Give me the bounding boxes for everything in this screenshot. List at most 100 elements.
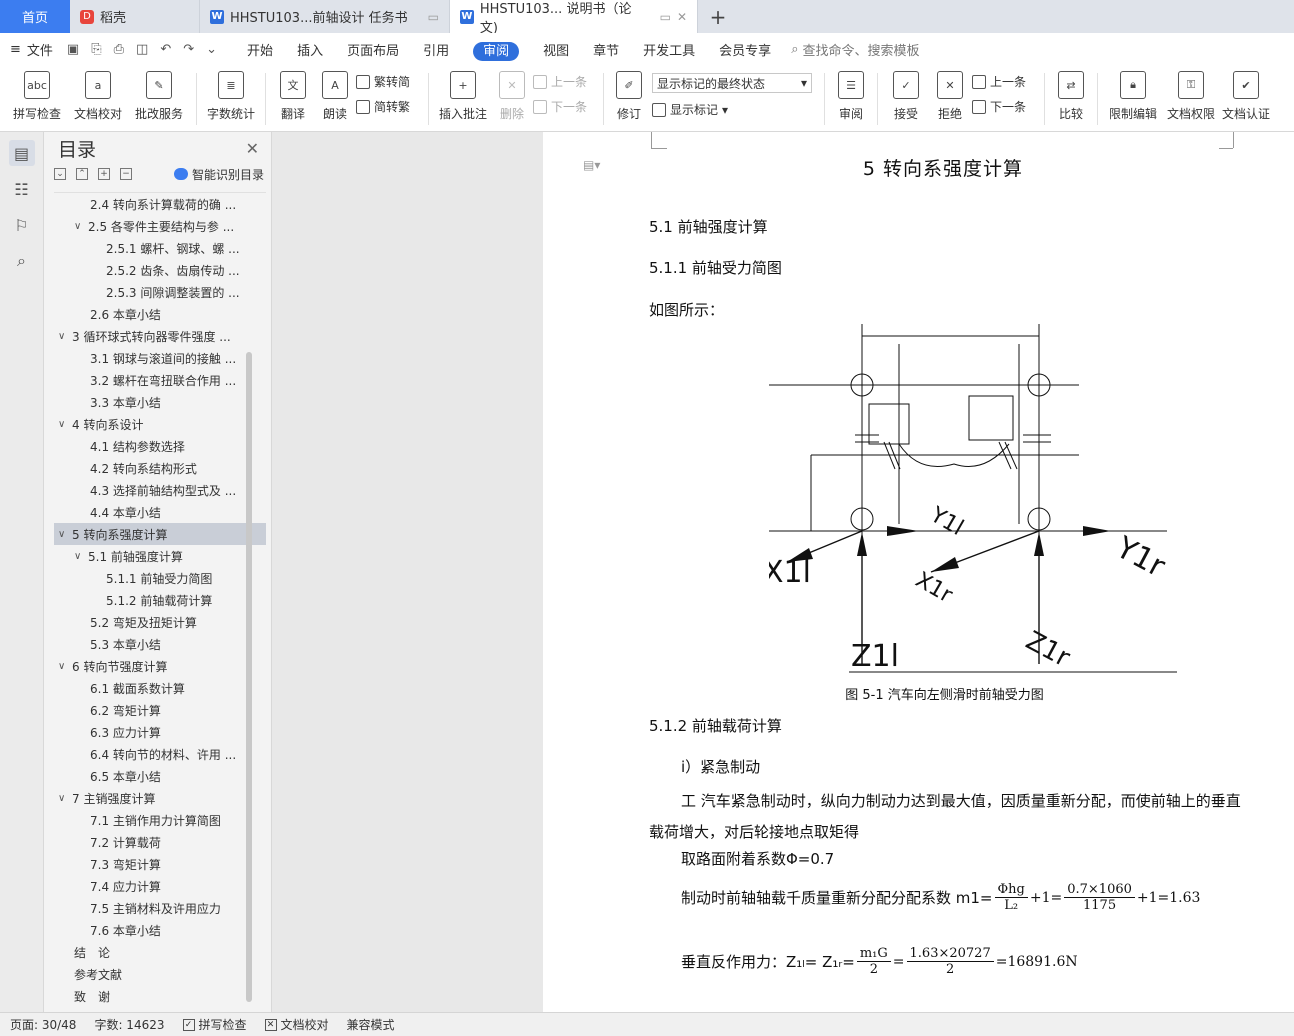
toc-item[interactable]: 4.3 选择前轴结构型式及 ... — [54, 479, 266, 501]
restrict-editing-button[interactable]: 🔒︎ 限制编辑 — [1104, 65, 1162, 131]
page-indicator[interactable]: 页面: 30/48 — [10, 1016, 76, 1033]
toc-item[interactable]: 7.3 弯矩计算 — [54, 853, 266, 875]
outline-view-icon[interactable]: ☷ — [9, 176, 35, 202]
spell-check-button[interactable]: abc 拼写检查 — [6, 65, 68, 131]
reject-button[interactable]: ✕ 拒绝 — [928, 65, 972, 131]
word-count-button[interactable]: ≣ 字数统计 — [203, 65, 259, 131]
toc-item[interactable]: 4.1 结构参数选择 — [54, 435, 266, 457]
toc-item[interactable]: 6.4 转向节的材料、许用 ... — [54, 743, 266, 765]
toc-item[interactable]: 6.5 本章小结 — [54, 765, 266, 787]
menu-review[interactable]: 审阅 — [473, 41, 520, 61]
search-icon[interactable]: ⌕ — [9, 248, 35, 274]
screen-icon[interactable]: ▭ — [660, 10, 671, 24]
next-change-button[interactable]: 下一条 — [972, 98, 1038, 115]
print-icon[interactable]: ⎙ — [114, 42, 124, 57]
toc-item[interactable]: 2.6 本章小结 — [54, 303, 266, 325]
menu-start[interactable]: 开始 — [235, 37, 285, 62]
show-markup-button[interactable]: 显示标记 ▾ — [652, 101, 818, 118]
toc-item[interactable]: 5.1.1 前轴受力简图 — [54, 567, 266, 589]
toc-item[interactable]: 2.4 转向系计算载荷的确 ... — [54, 193, 266, 215]
tab-document-task[interactable]: W HHSTU103...前轴设计 任务书 ▭ — [200, 0, 450, 33]
toc-item[interactable]: ∨ 3 循环球式转向器零件强度 ... — [54, 325, 266, 347]
toc-item[interactable]: 结 论 — [54, 941, 266, 963]
toc-item[interactable]: 5.2 弯矩及扭矩计算 — [54, 611, 266, 633]
toc-item[interactable]: ∨ 5 转向系强度计算 — [54, 523, 266, 545]
toc-item[interactable]: 7.2 计算载荷 — [54, 831, 266, 853]
new-tab-plus-icon[interactable]: + — [698, 0, 738, 33]
menu-member[interactable]: 会员专享 — [707, 37, 783, 62]
simp-to-trad-button[interactable]: 简转繁 — [356, 98, 422, 115]
toc-item[interactable]: ∨ 4 转向系设计 — [54, 413, 266, 435]
document-certify-button[interactable]: ✔ 文档认证 — [1220, 65, 1272, 131]
toc-item[interactable]: 致 谢 — [54, 985, 266, 1004]
remove-item-icon[interactable]: − — [120, 168, 132, 180]
toc-item[interactable]: 2.5.3 间隙调整装置的 ... — [54, 281, 266, 303]
menu-references[interactable]: 引用 — [411, 37, 461, 62]
status-proof[interactable]: ✕ 文档校对 — [264, 1016, 329, 1033]
trad-to-simp-button[interactable]: 繁转简 — [356, 73, 422, 90]
toc-item[interactable]: 6.3 应力计算 — [54, 721, 266, 743]
toc-item[interactable]: ∨ 2.5 各零件主要结构与参 ... — [54, 215, 266, 237]
tab-document-thesis[interactable]: W HHSTU103... 说明书（论文) ▭ ✕ — [450, 0, 698, 36]
toc-scrollbar[interactable] — [246, 352, 252, 1002]
review-pane-button[interactable]: ☰ 审阅 — [831, 65, 871, 131]
toc-item[interactable]: 7.1 主销作用力计算简图 — [54, 809, 266, 831]
batch-service-button[interactable]: ✎ 批改服务 — [128, 65, 190, 131]
document-page[interactable]: ▤▾ 5 转向系强度计算 5.1 前轴强度计算 5.1.1 前轴受力简图 如图所… — [543, 132, 1294, 1012]
toc-item[interactable]: 6.2 弯矩计算 — [54, 699, 266, 721]
word-count-indicator[interactable]: 字数: 14623 — [94, 1016, 164, 1033]
chevron-down-icon[interactable]: ∨ — [58, 793, 72, 804]
toc-item[interactable]: 参考文献 — [54, 963, 266, 985]
toc-item[interactable]: 7.4 应力计算 — [54, 875, 266, 897]
track-changes-button[interactable]: ✐ 修订 — [610, 65, 648, 131]
chevron-down-icon[interactable]: ∨ — [58, 419, 72, 430]
toc-item[interactable]: 3.3 本章小结 — [54, 391, 266, 413]
next-comment-button[interactable]: 下一条 — [533, 98, 597, 115]
compare-button[interactable]: ⇄ 比较 — [1051, 65, 1091, 131]
file-menu[interactable]: ≡ 文件 — [10, 40, 67, 59]
toc-view-icon[interactable]: ▤ — [8, 140, 35, 166]
export-icon[interactable]: ⎘ — [91, 42, 101, 57]
toc-item[interactable]: 4.2 转向系结构形式 — [54, 457, 266, 479]
smart-toc-button[interactable]: 智能识别目录 — [174, 166, 264, 183]
screen-icon[interactable]: ▭ — [428, 10, 439, 24]
toc-item[interactable]: 7.6 本章小结 — [54, 919, 266, 941]
menu-developer[interactable]: 开发工具 — [631, 37, 707, 62]
command-search[interactable]: ⌕ 查找命令、搜索模板 — [791, 40, 919, 59]
toc-item[interactable]: 6.1 截面系数计算 — [54, 677, 266, 699]
read-aloud-button[interactable]: A 朗读 — [314, 65, 356, 131]
add-item-icon[interactable]: + — [98, 168, 110, 180]
tab-daoke[interactable]: D 稻壳 — [70, 0, 200, 33]
preview-icon[interactable]: ◫ — [136, 42, 148, 57]
toc-item[interactable]: 2.5.1 螺杆、钢球、螺 ... — [54, 237, 266, 259]
chevron-down-icon[interactable]: ∨ — [58, 331, 72, 342]
menu-section[interactable]: 章节 — [581, 37, 631, 62]
prev-change-button[interactable]: 上一条 — [972, 73, 1038, 90]
expand-all-icon[interactable]: ⌄ — [54, 168, 66, 180]
status-spell-check[interactable]: ✓ 拼写检查 — [182, 1016, 247, 1033]
collapse-all-icon[interactable]: ⌃ — [76, 168, 88, 180]
document-proof-button[interactable]: a 文档校对 — [68, 65, 128, 131]
toc-item[interactable]: ∨ 6 转向节强度计算 — [54, 655, 266, 677]
prev-comment-button[interactable]: 上一条 — [533, 73, 597, 90]
toc-item[interactable]: 7.5 主销材料及许用应力 — [54, 897, 266, 919]
chevron-down-icon[interactable]: ∨ — [74, 221, 88, 232]
toc-item[interactable]: 5.1.2 前轴载荷计算 — [54, 589, 266, 611]
toc-item[interactable]: 3.2 螺杆在弯扭联合作用 ... — [54, 369, 266, 391]
tab-home[interactable]: 首页 — [0, 0, 70, 33]
bookmark-icon[interactable]: ⚐ — [9, 212, 35, 238]
close-icon[interactable]: ✕ — [677, 10, 687, 24]
save-icon[interactable]: ▣ — [67, 42, 79, 57]
undo-icon[interactable]: ↶ — [160, 42, 171, 57]
menu-view[interactable]: 视图 — [531, 37, 581, 62]
delete-comment-button[interactable]: ✕ 删除 — [491, 65, 533, 131]
accept-button[interactable]: ✓ 接受 — [884, 65, 928, 131]
toc-item[interactable]: 2.5.2 齿条、齿扇传动 ... — [54, 259, 266, 281]
toc-item[interactable]: 5.3 本章小结 — [54, 633, 266, 655]
redo-icon[interactable]: ↷ — [183, 42, 194, 57]
toc-item[interactable]: 4.4 本章小结 — [54, 501, 266, 523]
toc-item[interactable]: ∨ 5.1 前轴强度计算 — [54, 545, 266, 567]
more-chevron-icon[interactable]: ⌄ — [206, 42, 217, 57]
chevron-down-icon[interactable]: ∨ — [74, 551, 88, 562]
menu-insert[interactable]: 插入 — [285, 37, 335, 62]
